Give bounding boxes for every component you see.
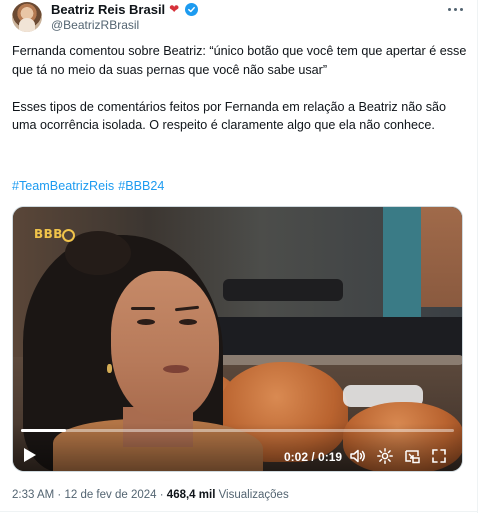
views-count: 468,4 mil [166,489,216,501]
video-progress-bar[interactable] [21,429,454,432]
play-icon[interactable] [23,447,37,463]
tweet-meta: 2:33 AM · 12 de fev de 2024 · 468,4 mil … [12,489,289,501]
tweet-text: Fernanda comentou sobre Beatriz: “único … [12,42,467,153]
more-options-icon[interactable] [448,6,466,12]
video-progress-fill [21,429,67,432]
strawberry-heart-icon [169,2,181,16]
divider [477,0,478,513]
author-name[interactable]: Beatriz Reis Brasil [51,2,165,17]
hashtag-link[interactable]: #TeamBeatrizReis [12,179,114,193]
pip-icon[interactable] [403,447,421,465]
views-label: Visualizações [218,489,289,501]
author-row: Beatriz Reis Brasil [51,2,199,17]
meta-separator: · [57,489,62,501]
tweet-date[interactable]: 12 de fev de 2024 [64,489,156,501]
volume-icon[interactable] [349,447,367,465]
author-handle[interactable]: @BeatrizRBrasil [51,18,139,32]
video-player[interactable]: BBB 0:02 / 0:19 [12,206,463,472]
meta-separator: · [159,489,164,501]
bbb-watermark: BBB [34,227,75,242]
fullscreen-icon[interactable] [430,447,448,465]
tweet-paragraph-1: Fernanda comentou sobre Beatriz: “único … [12,44,467,77]
tweet-time[interactable]: 2:33 AM [12,489,54,501]
hashtags: #TeamBeatrizReis #BBB24 [12,179,168,193]
tweet-card: Beatriz Reis Brasil @BeatrizRBrasil Fern… [0,0,477,513]
verified-badge-icon[interactable] [185,3,199,16]
divider [0,511,477,512]
author-avatar[interactable] [12,2,42,32]
settings-icon[interactable] [376,447,394,465]
video-time: 0:02 / 0:19 [284,450,343,464]
tweet-paragraph-2: Esses tipos de comentários feitos por Fe… [12,99,447,133]
hashtag-link[interactable]: #BBB24 [118,179,164,193]
